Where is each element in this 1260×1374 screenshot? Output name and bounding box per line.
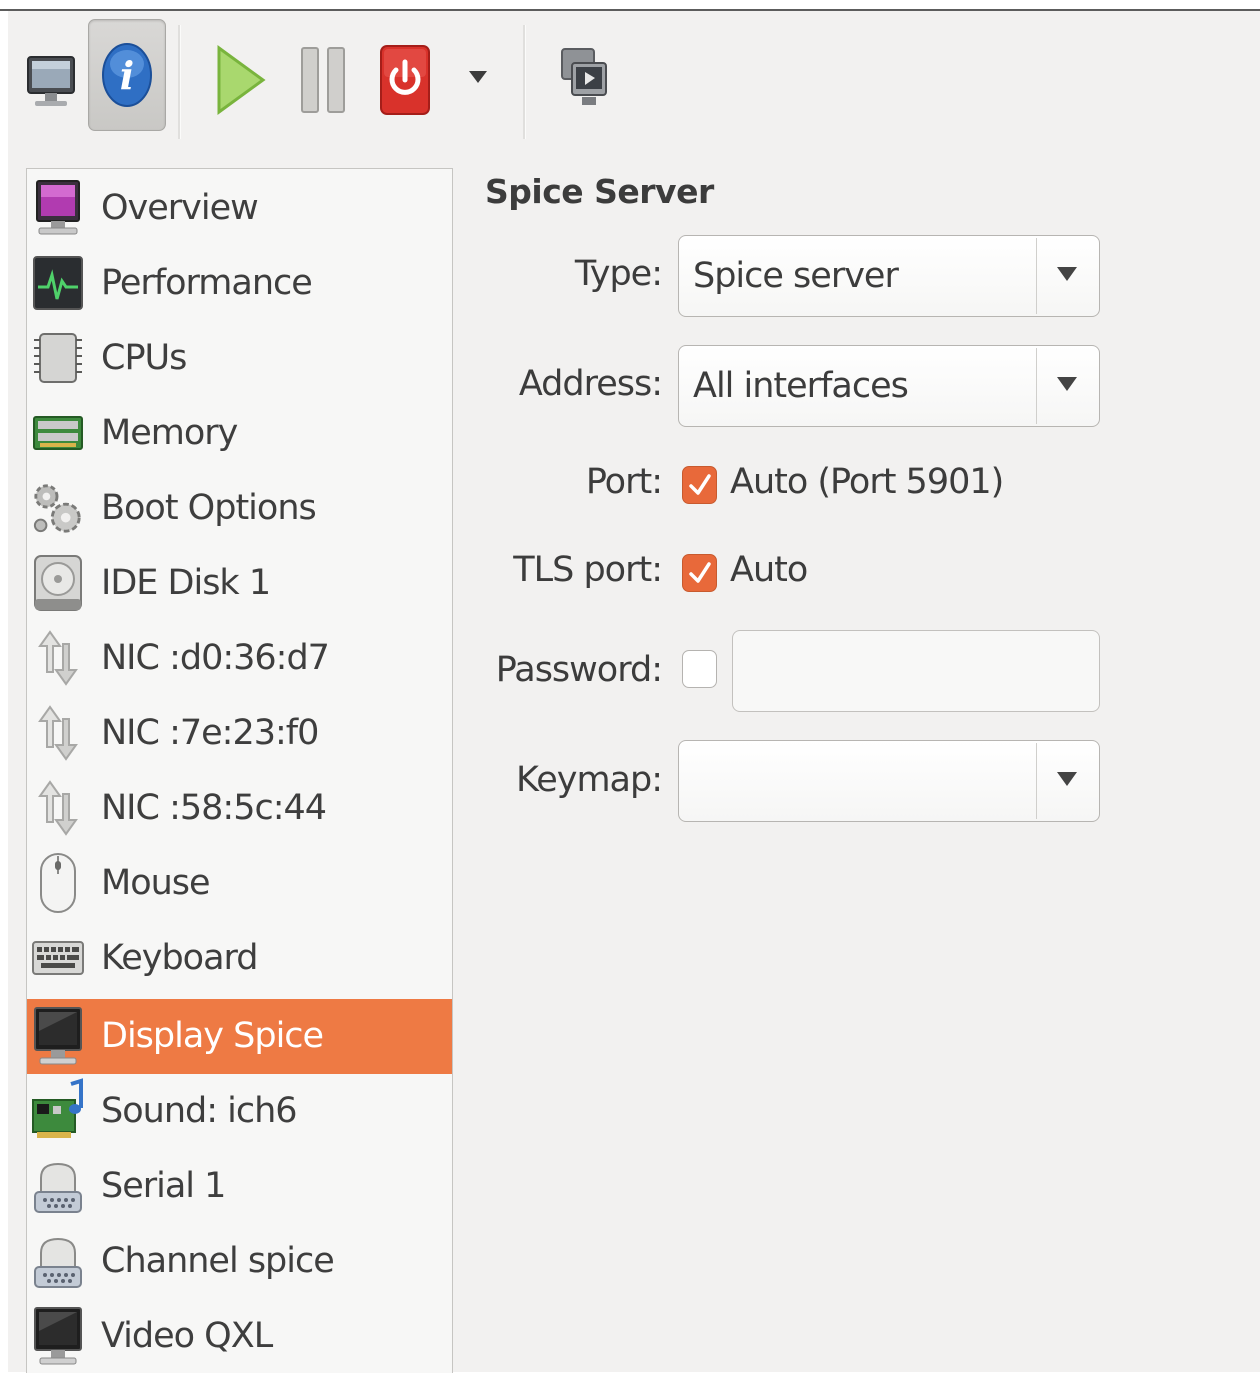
hard-disk-icon (31, 553, 85, 613)
gears-icon (31, 478, 85, 538)
play-icon (217, 45, 266, 115)
sidebar-item-nic-1[interactable]: NIC :d0:36:d7 (27, 621, 452, 696)
sidebar-item-label: NIC :d0:36:d7 (101, 638, 330, 678)
sidebar-item-label: Overview (101, 188, 259, 228)
sidebar-item-label: Channel spice (101, 1241, 335, 1281)
sidebar-item-label: Mouse (101, 863, 211, 903)
sidebar-item-serial-1[interactable]: Serial 1 (27, 1149, 452, 1224)
serial-port-icon (31, 1231, 85, 1291)
tls-port-label: TLS port: (513, 550, 663, 590)
port-auto-checkbox[interactable] (682, 466, 717, 504)
network-arrows-icon (31, 778, 85, 838)
type-select-value: Spice server (693, 256, 899, 296)
sidebar-item-keyboard[interactable]: Keyboard (27, 921, 452, 996)
console-button[interactable] (16, 41, 86, 121)
toolbar-separator (523, 25, 526, 139)
power-icon (380, 45, 430, 115)
sidebar-item-label: NIC :7e:23:f0 (101, 713, 319, 753)
network-arrows-icon (31, 628, 85, 688)
sidebar-item-mouse[interactable]: Mouse (27, 846, 452, 921)
network-arrows-icon (31, 703, 85, 763)
sidebar-item-nic-3[interactable]: NIC :58:5c:44 (27, 771, 452, 846)
fullscreen-button[interactable] (548, 37, 618, 123)
sidebar-item-cpus[interactable]: CPUs (27, 321, 452, 396)
chevron-down-icon (1057, 377, 1077, 391)
section-title: Spice Server (485, 172, 714, 211)
port-auto-text[interactable]: Auto (Port 5901) (730, 462, 1004, 502)
run-button[interactable] (204, 37, 274, 123)
sidebar-item-label: Keyboard (101, 938, 259, 978)
type-label: Type: (574, 254, 663, 294)
mouse-icon (31, 853, 85, 913)
sidebar-item-memory[interactable]: Memory (27, 396, 452, 471)
sidebar-item-performance[interactable]: Performance (27, 246, 452, 321)
sidebar-item-overview[interactable]: Overview (27, 171, 452, 246)
sidebar-item-boot-options[interactable]: Boot Options (27, 471, 452, 546)
sidebar-item-label: Boot Options (101, 488, 317, 528)
sidebar-item-label: Sound: ich6 (101, 1091, 298, 1131)
sidebar-item-label: Performance (101, 263, 313, 303)
hardware-list[interactable]: Overview Performance CPUs Memory Boot Op (26, 168, 453, 1373)
address-label: Address: (518, 364, 663, 404)
sound-card-icon (31, 1078, 85, 1141)
performance-graph-icon (31, 253, 85, 313)
sidebar-item-sound[interactable]: Sound: ich6 (27, 1074, 452, 1149)
port-label: Port: (585, 462, 663, 502)
pause-icon (301, 47, 345, 113)
overview-monitor-icon (31, 178, 85, 238)
chevron-down-icon (1057, 772, 1077, 786)
chevron-down-icon (1057, 267, 1077, 281)
combo-divider (1036, 743, 1037, 819)
sidebar-item-label: Serial 1 (101, 1166, 226, 1206)
monitor-icon (27, 56, 75, 106)
keymap-select[interactable] (678, 740, 1100, 822)
address-select-value: All interfaces (693, 366, 909, 406)
sidebar-item-label: Display Spice (101, 1016, 324, 1056)
shutdown-menu-button[interactable] (460, 57, 496, 97)
keyboard-icon (31, 928, 85, 988)
sidebar-item-ide-disk-1[interactable]: IDE Disk 1 (27, 546, 452, 621)
sidebar-item-label: CPUs (101, 338, 187, 378)
password-label: Password: (495, 650, 663, 690)
chevron-down-icon (469, 71, 487, 83)
combo-divider (1036, 238, 1037, 314)
sidebar-item-label: IDE Disk 1 (101, 563, 271, 603)
shutdown-button[interactable] (370, 35, 440, 125)
tls-port-auto-text[interactable]: Auto (730, 550, 808, 590)
svg-text:i: i (120, 53, 134, 98)
password-field[interactable] (732, 630, 1100, 712)
sidebar-item-display-spice[interactable]: Display Spice (27, 999, 452, 1074)
display-monitor-icon (31, 1306, 85, 1366)
password-checkbox[interactable] (682, 650, 717, 688)
info-icon: i (102, 43, 152, 107)
window-top-border (0, 0, 1260, 11)
sidebar-item-video-qxl[interactable]: Video QXL (27, 1299, 452, 1374)
sidebar-item-nic-2[interactable]: NIC :7e:23:f0 (27, 696, 452, 771)
cpu-chip-icon (31, 328, 85, 388)
sidebar-item-label: NIC :58:5c:44 (101, 788, 327, 828)
fullscreen-icon (561, 48, 607, 105)
checkmark-icon (688, 474, 711, 495)
display-monitor-icon (31, 1006, 85, 1066)
checkmark-icon (688, 562, 711, 583)
details-button[interactable]: i (88, 19, 166, 131)
pause-button[interactable] (290, 37, 356, 123)
type-select[interactable]: Spice server (678, 235, 1100, 317)
address-select[interactable]: All interfaces (678, 345, 1100, 427)
combo-divider (1036, 348, 1037, 424)
serial-port-icon (31, 1156, 85, 1216)
keymap-label: Keymap: (515, 760, 663, 800)
sidebar-item-label: Memory (101, 413, 238, 453)
tls-port-auto-checkbox[interactable] (682, 554, 717, 592)
sidebar-item-channel-spice[interactable]: Channel spice (27, 1224, 452, 1299)
toolbar-separator (178, 25, 181, 139)
memory-module-icon (31, 403, 85, 463)
sidebar-item-label: Video QXL (101, 1316, 273, 1356)
